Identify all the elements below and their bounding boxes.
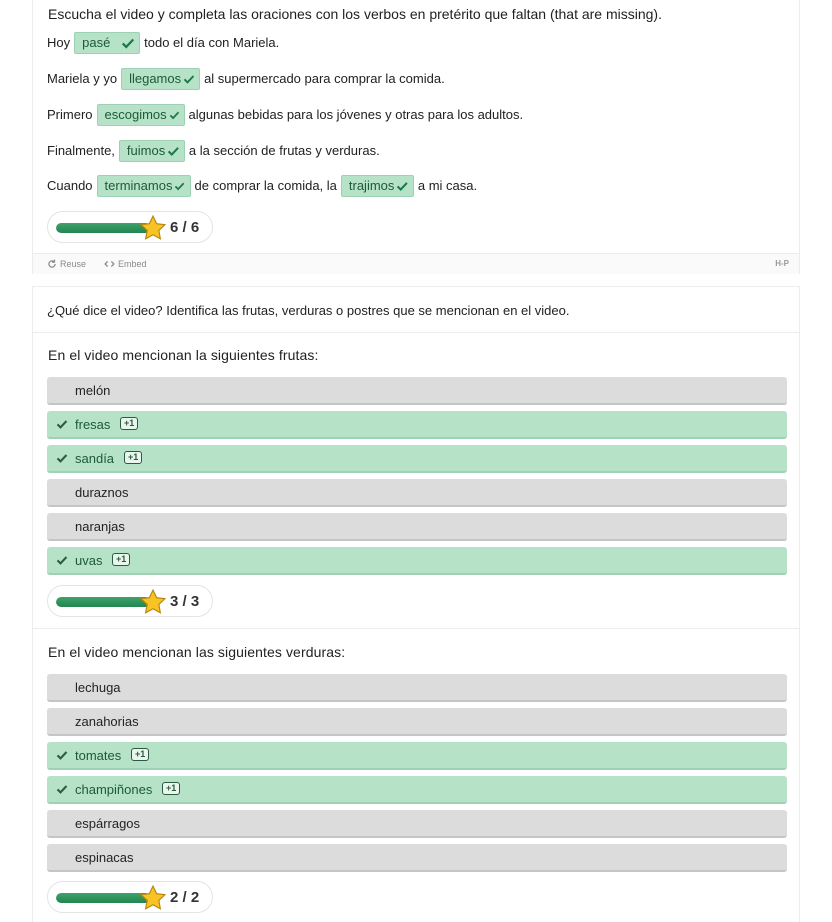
option-label: espárragos	[75, 816, 141, 831]
answer-option[interactable]: espárragos	[47, 810, 787, 838]
answer-option[interactable]: lechuga	[47, 674, 787, 702]
option-label: tomates	[75, 748, 122, 763]
check-icon	[122, 38, 135, 49]
answer-text: trajimos	[348, 178, 395, 193]
embed-button[interactable]: Embed	[104, 259, 147, 269]
sentence-text: Primero	[47, 107, 93, 122]
fruits-question-title: En el video mencionan la siguientes frut…	[48, 347, 319, 363]
option-label: fresas	[75, 417, 111, 432]
answer-field[interactable]: llegamos	[121, 68, 201, 90]
sentence-text: de comprar la comida, la	[194, 178, 337, 193]
sentence-text: Mariela y yo	[47, 71, 118, 86]
answer-text: pasé	[82, 35, 111, 50]
score-text: 3 / 3	[170, 593, 200, 610]
sentence-text: a la sección de frutas y verduras.	[188, 143, 380, 158]
sentence-text: Hoy	[47, 35, 71, 50]
question-intro: ¿Qué dice el video? Identifica las fruta…	[47, 303, 570, 318]
reuse-icon	[48, 259, 56, 268]
sentence-text: al supermercado para comprar la comida.	[204, 71, 445, 86]
answer-option[interactable]: champiñones +1	[47, 776, 787, 804]
code-icon	[104, 261, 115, 267]
answer-text: escogimos	[104, 107, 167, 122]
score-bar: 6 / 6	[47, 211, 213, 243]
answer-option[interactable]: fresas +1	[47, 411, 787, 439]
answer-option[interactable]: sandía +1	[47, 445, 787, 473]
multiple-choice-card: ¿Qué dice el video? Identifica las fruta…	[32, 286, 800, 922]
answer-field[interactable]: trajimos	[340, 175, 414, 197]
answer-option[interactable]: uvas +1	[47, 547, 787, 575]
check-icon	[169, 111, 179, 120]
reuse-button[interactable]: Reuse	[47, 259, 86, 269]
answer-option[interactable]: tomates +1	[47, 742, 787, 770]
check-icon	[56, 454, 68, 463]
answer-option[interactable]: duraznos	[47, 479, 787, 507]
answer-text: fuimos	[126, 143, 166, 158]
sentence-3: Primero escogimos algunas bebidas para l…	[47, 104, 523, 126]
answer-text: llegamos	[129, 71, 182, 86]
progress-track	[56, 597, 151, 607]
answer-field[interactable]: terminamos	[96, 175, 191, 197]
progress-fill	[56, 597, 151, 607]
score-badge: +1	[112, 553, 131, 566]
score-text: 2 / 2	[170, 889, 200, 906]
embed-label: Embed	[118, 259, 147, 269]
option-label: uvas	[75, 553, 103, 568]
answer-option[interactable]: naranjas	[47, 513, 787, 541]
option-label: duraznos	[75, 485, 129, 500]
option-label: sandía	[75, 451, 115, 466]
star-icon	[139, 884, 167, 910]
progress-fill	[56, 893, 151, 903]
answer-field[interactable]: escogimos	[96, 104, 185, 126]
check-icon	[397, 182, 409, 191]
score-badge: +1	[131, 748, 150, 761]
answer-option[interactable]: melón	[47, 377, 787, 405]
sentence-1: Hoy pasé todo el día con Mariela.	[47, 32, 279, 54]
score-text: 6 / 6	[170, 219, 200, 236]
option-label: champiñones	[75, 782, 153, 797]
score-bar: 3 / 3	[47, 585, 213, 617]
sentence-text: todo el día con Mariela.	[144, 35, 280, 50]
answer-text: terminamos	[104, 178, 173, 193]
check-icon	[168, 147, 180, 157]
divider	[33, 628, 799, 629]
sentence-2: Mariela y yo llegamos al supermercado pa…	[47, 68, 445, 90]
score-badge: +1	[124, 451, 143, 464]
check-icon	[175, 182, 185, 191]
divider	[33, 332, 799, 333]
star-icon	[139, 214, 167, 240]
instructions-text: Escucha el video y completa las oracione…	[48, 6, 662, 22]
reuse-label: Reuse	[60, 259, 87, 269]
check-icon	[56, 751, 68, 760]
score-bar: 2 / 2	[47, 881, 213, 913]
score-badge: +1	[120, 417, 139, 430]
sentence-4: Finalmente, fuimos a la sección de fruta…	[47, 140, 380, 162]
sentence-text: a mi casa.	[417, 178, 478, 193]
vegetables-question-title: En el video mencionan las siguientes ver…	[48, 644, 346, 660]
check-icon	[56, 556, 68, 565]
check-icon	[183, 75, 195, 84]
option-label: lechuga	[75, 680, 121, 695]
check-icon	[56, 420, 68, 429]
star-icon	[139, 588, 167, 614]
option-label: espinacas	[75, 850, 134, 865]
answer-field[interactable]: fuimos	[118, 140, 185, 162]
progress-fill	[56, 223, 151, 233]
check-icon	[56, 785, 68, 794]
option-label: zanahorias	[75, 714, 139, 729]
answer-option[interactable]: zanahorias	[47, 708, 787, 736]
option-label: naranjas	[75, 519, 125, 534]
sentence-5: Cuando terminamos de comprar la comida, …	[47, 175, 477, 197]
fill-blanks-card: Escucha el video y completa las oracione…	[32, 0, 800, 274]
score-badge: +1	[162, 782, 181, 795]
answer-field[interactable]: pasé	[74, 32, 141, 54]
answer-option[interactable]: espinacas	[47, 844, 787, 872]
progress-track	[56, 223, 151, 233]
progress-track	[56, 893, 151, 903]
h5p-logo: H-P	[775, 259, 789, 268]
sentence-text: Finalmente,	[47, 143, 115, 158]
footer-bar: Reuse Embed H-P	[33, 253, 799, 274]
option-label: melón	[75, 383, 111, 398]
sentence-text: Cuando	[47, 178, 93, 193]
sentence-text: algunas bebidas para los jóvenes y otras…	[188, 107, 524, 122]
